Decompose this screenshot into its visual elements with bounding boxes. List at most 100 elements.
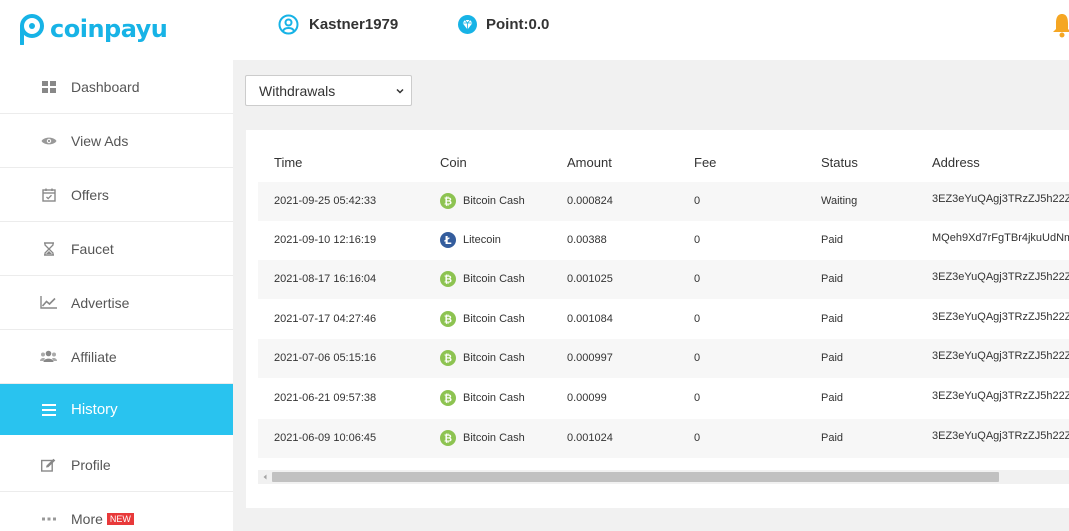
sidebar-item-more[interactable]: More NEW	[0, 492, 233, 531]
cell-fee: 0	[694, 313, 701, 325]
table-row: 2021-09-25 05:42:33 ₿ Bitcoin Cash 0.000…	[258, 182, 1069, 221]
svg-text:₿: ₿	[444, 196, 452, 208]
cell-amount: 0.00388	[567, 234, 607, 246]
bell-icon[interactable]	[1052, 12, 1069, 38]
cell-amount: 0.001024	[567, 432, 613, 444]
history-table-card: Time Coin Amount Fee Status Address 2021…	[246, 130, 1069, 508]
sidebar-item-faucet[interactable]: Faucet	[0, 222, 233, 276]
points-display: Point:0.0	[457, 14, 549, 35]
cell-fee: 0	[694, 432, 701, 444]
table-row: 2021-07-06 05:15:16 ₿ Bitcoin Cash 0.000…	[258, 339, 1069, 378]
sidebar-item-dashboard[interactable]: Dashboard	[0, 60, 233, 114]
diamond-icon	[458, 15, 477, 34]
top-header: coinpayu Kastner1979 Point:0.0	[0, 0, 1069, 60]
cell-coin: Litecoin	[463, 234, 501, 246]
scroll-left-arrow-icon[interactable]	[261, 473, 269, 481]
cell-coin: Bitcoin Cash	[463, 392, 525, 404]
cell-coin: Bitcoin Cash	[463, 352, 525, 364]
cell-status: Paid	[821, 392, 844, 404]
bitcoin-cash-icon: ₿	[440, 193, 456, 209]
cell-time: 2021-07-17 04:27:46	[274, 313, 377, 325]
svg-text:₿: ₿	[444, 314, 452, 326]
sidebar-item-label: Dashboard	[71, 78, 140, 95]
sidebar-item-profile[interactable]: Profile	[0, 438, 233, 492]
logo-text: coinpayu	[50, 15, 168, 43]
cell-address[interactable]: 3EZ3eYuQAgj3TRzZJ5h22Z	[932, 430, 1069, 442]
more-label: More	[71, 511, 103, 527]
chevron-down-icon	[396, 88, 404, 94]
sidebar-item-label: Profile	[71, 456, 111, 473]
sidebar-item-label: History	[71, 401, 118, 418]
bitcoin-cash-icon: ₿	[440, 311, 456, 327]
cell-amount: 0.00099	[567, 392, 607, 404]
user-circle-icon	[278, 14, 299, 35]
column-header-amount: Amount	[567, 155, 612, 170]
cell-fee: 0	[694, 234, 701, 246]
cell-address[interactable]: 3EZ3eYuQAgj3TRzZJ5h22Z	[932, 311, 1069, 323]
svg-text:₿: ₿	[444, 433, 452, 445]
history-type-select[interactable]: Withdrawals	[245, 75, 412, 106]
bitcoin-cash-icon: ₿	[440, 430, 456, 446]
cell-coin: Bitcoin Cash	[463, 195, 525, 207]
ellipsis-icon	[40, 511, 57, 528]
cell-fee: 0	[694, 392, 701, 404]
table-row: 2021-07-17 04:27:46 ₿ Bitcoin Cash 0.001…	[258, 300, 1069, 339]
sidebar-item-affiliate[interactable]: Affiliate	[0, 330, 233, 384]
cell-amount: 0.001084	[567, 313, 613, 325]
cell-status: Waiting	[821, 195, 858, 207]
svg-text:₿: ₿	[444, 274, 452, 286]
user-info[interactable]: Kastner1979	[278, 14, 398, 35]
sidebar-item-view-ads[interactable]: View Ads	[0, 114, 233, 168]
sidebar-item-label: More NEW	[71, 511, 134, 527]
cell-time: 2021-08-17 16:16:04	[274, 273, 377, 285]
points-text: Point:0.0	[486, 16, 550, 33]
cell-address[interactable]: 3EZ3eYuQAgj3TRzZJ5h22Z	[932, 350, 1069, 362]
cell-time: 2021-09-25 05:42:33	[274, 195, 377, 207]
table-row: 2021-09-10 12:16:19 Ł Litecoin 0.00388 0…	[258, 221, 1069, 260]
line-chart-icon	[40, 294, 57, 311]
cell-fee: 0	[694, 195, 701, 207]
coinpayu-logo[interactable]: coinpayu	[16, 12, 168, 46]
table-row: 2021-06-09 10:06:45 ₿ Bitcoin Cash 0.001…	[258, 419, 1069, 458]
cell-coin: Bitcoin Cash	[463, 313, 525, 325]
username: Kastner1979	[309, 16, 399, 33]
new-badge: NEW	[106, 513, 134, 526]
cell-amount: 0.001025	[567, 273, 613, 285]
table-row: 2021-08-17 16:16:04 ₿ Bitcoin Cash 0.001…	[258, 260, 1069, 299]
sidebar-item-label: Affiliate	[71, 348, 117, 365]
column-header-coin: Coin	[440, 155, 467, 170]
cell-time: 2021-06-21 09:57:38	[274, 392, 377, 404]
sidebar-item-offers[interactable]: Offers	[0, 168, 233, 222]
calendar-check-icon	[40, 186, 57, 203]
cell-status: Paid	[821, 313, 844, 325]
cell-fee: 0	[694, 273, 701, 285]
cell-amount: 0.000997	[567, 352, 613, 364]
svg-text:Ł: Ł	[443, 234, 451, 247]
sidebar: Dashboard View Ads Offers Faucet Adverti…	[0, 60, 233, 531]
scrollbar-thumb[interactable]	[272, 472, 999, 482]
cell-status: Paid	[821, 273, 844, 285]
cell-address[interactable]: 3EZ3eYuQAgj3TRzZJ5h22Z	[932, 271, 1069, 283]
list-icon	[40, 401, 57, 418]
cell-coin: Bitcoin Cash	[463, 432, 525, 444]
cell-address[interactable]: MQeh9Xd7rFgTBr4jkuUdNm	[932, 232, 1069, 244]
sidebar-item-label: View Ads	[71, 132, 129, 149]
sidebar-item-advertise[interactable]: Advertise	[0, 276, 233, 330]
sidebar-item-history[interactable]: History	[0, 384, 233, 435]
sidebar-item-label: Faucet	[71, 240, 114, 257]
edit-icon	[40, 456, 57, 473]
dashboard-icon	[40, 78, 57, 95]
history-type-select-value: Withdrawals	[259, 82, 336, 99]
horizontal-scrollbar[interactable]	[258, 470, 1069, 484]
eye-icon	[40, 132, 57, 149]
cell-fee: 0	[694, 352, 701, 364]
sidebar-item-label: Advertise	[71, 294, 130, 311]
cell-address[interactable]: 3EZ3eYuQAgj3TRzZJ5h22Z	[932, 390, 1069, 402]
table-row: 2021-06-21 09:57:38 ₿ Bitcoin Cash 0.000…	[258, 379, 1069, 418]
table-header: Time Coin Amount Fee Status Address	[246, 152, 1069, 174]
svg-text:₿: ₿	[444, 353, 452, 365]
cell-coin: Bitcoin Cash	[463, 273, 525, 285]
bitcoin-cash-icon: ₿	[440, 390, 456, 406]
cell-address[interactable]: 3EZ3eYuQAgj3TRzZJ5h22Z	[932, 193, 1069, 205]
svg-text:₿: ₿	[444, 393, 452, 405]
